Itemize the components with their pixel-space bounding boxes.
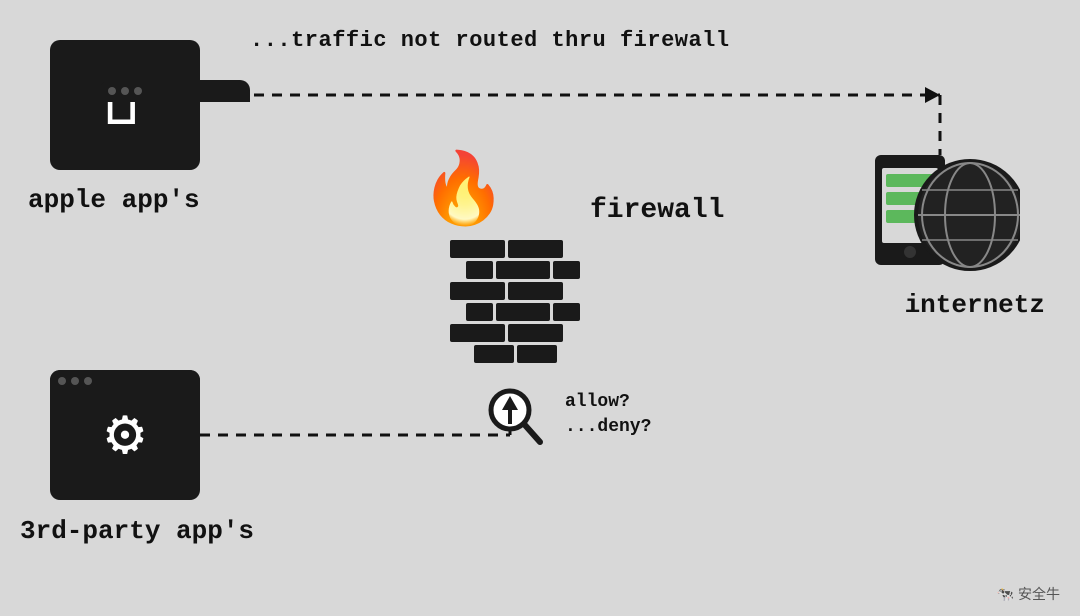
brick-wall: [450, 240, 580, 366]
watermark: 🐄 安全牛: [997, 584, 1060, 604]
brick: [508, 282, 563, 300]
allow-deny-text: allow? ...deny?: [565, 390, 651, 440]
brick: [450, 324, 505, 342]
internet-icon: [870, 140, 1020, 285]
magnifier-icon: [488, 388, 543, 462]
firewall-label: firewall: [590, 195, 724, 226]
traffic-label: ...traffic not routed thru firewall: [250, 28, 730, 53]
internet-label: internetz: [905, 290, 1045, 320]
apple-box-titlebar: [100, 80, 250, 102]
brick: [496, 261, 551, 279]
titlebar-dot: [58, 377, 66, 385]
brick: [450, 240, 505, 258]
brick: [450, 282, 505, 300]
titlebar-dot: [121, 87, 129, 95]
apple-app-label: apple app's: [28, 185, 200, 215]
brick: [553, 261, 580, 279]
brick: [474, 345, 514, 363]
titlebar-dot: [71, 377, 79, 385]
flame-icon: 🔥: [420, 160, 507, 230]
third-party-app-box: ⚙: [50, 370, 200, 500]
brick: [466, 261, 493, 279]
third-party-app-label: 3rd-party app's: [20, 516, 254, 546]
internet-container: [870, 140, 1020, 290]
gear-icon: ⚙: [106, 396, 145, 474]
brick: [508, 240, 563, 258]
brick: [553, 303, 580, 321]
brick: [517, 345, 557, 363]
brick: [496, 303, 551, 321]
apple-app-box: : [50, 40, 200, 170]
brick: [508, 324, 563, 342]
titlebar-dot: [134, 87, 142, 95]
titlebar-dot: [84, 377, 92, 385]
brick: [466, 303, 493, 321]
titlebar-dot: [108, 87, 116, 95]
